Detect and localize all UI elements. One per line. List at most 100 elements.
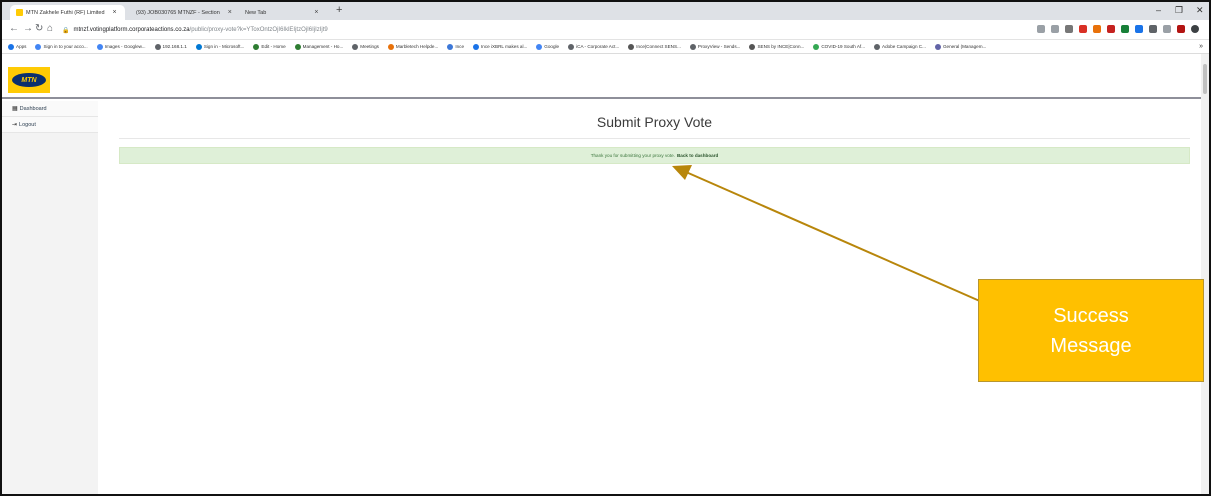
bookmark-item[interactable]: Ince|Connect SENS... — [628, 43, 681, 50]
bookmark-label: 192.168.1.1 — [162, 44, 187, 49]
bookmark-favicon-icon — [689, 43, 696, 50]
close-tab-icon[interactable]: × — [113, 9, 117, 16]
extension-icon[interactable] — [1149, 25, 1157, 33]
bookmark-item[interactable]: iCA - Corporate Act... — [568, 43, 620, 50]
bookmark-favicon-icon — [35, 43, 42, 50]
bookmark-item[interactable]: Apps — [8, 43, 27, 50]
bookmark-item[interactable]: Ince — [447, 43, 464, 50]
new-tab-button[interactable]: + — [336, 4, 342, 16]
mtn-favicon-icon — [16, 9, 23, 16]
page-scrollbar[interactable] — [1201, 54, 1209, 494]
success-alert: Thank you for submitting your proxy vote… — [119, 147, 1190, 164]
bookmark-label: Images - Googlew... — [104, 44, 146, 49]
bookmark-favicon-icon — [473, 43, 479, 50]
bookmark-label: Sign in to your acco... — [43, 44, 88, 49]
profile-avatar[interactable] — [1191, 25, 1199, 33]
bookmark-favicon-icon — [96, 43, 103, 50]
alert-text: Thank you for submitting your proxy vote… — [590, 153, 675, 158]
bookmark-favicon-icon — [154, 43, 161, 50]
sidebar-item-dashboard[interactable]: ▦ Dashboard — [2, 101, 98, 117]
bookmark-label: SENS by INCE|Conn... — [757, 44, 805, 49]
bookmark-item[interactable]: Adobe Campaign C... — [874, 43, 926, 50]
extension-icon[interactable] — [1121, 25, 1129, 33]
page-title: Submit Proxy Vote — [596, 114, 713, 130]
minimize-icon[interactable]: – — [1156, 5, 1161, 15]
extension-icon[interactable] — [1177, 25, 1185, 33]
bookmark-label: Management - Ho... — [302, 44, 344, 49]
scrollbar-thumb[interactable] — [1203, 64, 1207, 94]
success-message-callout: Success Message — [978, 279, 1204, 382]
screenshot-frame: MTN Zakhele Futhi (RF) Limited × (93) JO… — [0, 0, 1211, 496]
address-bar[interactable]: 🔒 mtnzf.votingplatform.corporateactions.… — [58, 23, 928, 37]
bookmark-label: Ince|Connect SENS... — [636, 44, 681, 49]
bookmark-item[interactable]: 192.168.1.1 — [154, 43, 187, 50]
lock-icon: 🔒 — [62, 27, 70, 34]
window-close-icon[interactable]: ✕ — [1196, 5, 1204, 16]
main-content: Submit Proxy Vote Thank you for submitti… — [119, 101, 1190, 164]
zoom-icon[interactable] — [1037, 25, 1045, 33]
bookmark-favicon-icon — [294, 43, 301, 50]
restore-icon[interactable]: ❐ — [1175, 5, 1183, 16]
bookmark-item[interactable]: ProxyView - Sends... — [689, 43, 740, 50]
bookmarks-more-icon[interactable]: » — [1199, 43, 1203, 50]
extension-icon[interactable] — [1163, 25, 1171, 33]
app-header: MTN — [2, 54, 1209, 99]
tab-new-tab[interactable]: New Tab × — [239, 5, 331, 20]
bookmark-label: iCA - Corporate Act... — [576, 44, 620, 49]
bookmark-favicon-icon — [195, 43, 202, 50]
bookmark-favicon-icon — [934, 43, 941, 50]
browser-tab-bar: MTN Zakhele Futhi (RF) Limited × (93) JO… — [2, 2, 1209, 20]
url-host: mtnzf.votingplatform.corporateactions.co… — [73, 27, 190, 33]
bookmark-favicon-icon — [352, 43, 359, 50]
bookmark-item[interactable]: Marbletech Helpde... — [387, 43, 438, 50]
bookmark-label: Meetings — [360, 44, 379, 49]
bookmark-item[interactable]: Sign in to your acco... — [35, 43, 88, 50]
back-arrow-icon[interactable]: ← — [9, 23, 19, 34]
bookmark-item[interactable]: Sign in - Microsoft... — [195, 43, 245, 50]
bookmark-favicon-icon — [447, 43, 454, 50]
bookmark-label: Edit - Home — [261, 44, 286, 49]
close-tab-icon[interactable]: × — [228, 9, 232, 16]
tab-job[interactable]: (93) JOB030765 MTNZF - Section × — [127, 5, 237, 20]
extension-icon[interactable] — [1093, 25, 1101, 33]
bookmark-label: Google — [544, 44, 560, 49]
tab-title: (93) JOB030765 MTNZF - Section — [136, 9, 220, 16]
bookmark-label: Ince iXBRL makes al... — [481, 44, 528, 49]
bookmark-item[interactable]: Ince iXBRL makes al... — [473, 43, 528, 50]
grid-icon: ▦ — [12, 106, 18, 112]
reload-icon[interactable]: ↻ — [35, 23, 43, 34]
back-to-dashboard-link[interactable]: Back to dashboard — [677, 153, 718, 158]
sidebar-item-logout[interactable]: ⇥ Logout — [2, 117, 98, 133]
extension-icon[interactable] — [1065, 25, 1073, 33]
bookmark-favicon-icon — [568, 43, 575, 50]
mtn-logo[interactable]: MTN — [8, 67, 50, 93]
bookmark-item[interactable]: General (Managem... — [934, 43, 987, 50]
sidebar-item-label: Dashboard — [19, 105, 47, 112]
bookmark-item[interactable]: Edit - Home — [253, 43, 286, 50]
extension-icon[interactable] — [1079, 25, 1087, 33]
bookmark-item[interactable]: Meetings — [352, 43, 379, 50]
bookmark-item[interactable]: Images - Googlew... — [96, 43, 146, 50]
extension-icon[interactable] — [1135, 25, 1143, 33]
extension-icon[interactable] — [1107, 25, 1115, 33]
bookmark-favicon-icon — [813, 43, 820, 50]
forward-arrow-icon[interactable]: → — [23, 23, 33, 34]
tab-title: New Tab — [245, 9, 267, 16]
bookmark-item[interactable]: Google — [536, 43, 560, 50]
bookmark-item[interactable]: SENS by INCE|Conn... — [749, 43, 805, 50]
bookmark-item[interactable]: COVID-19 South Af... — [813, 43, 865, 50]
home-icon[interactable]: ⌂ — [47, 23, 53, 34]
mtn-logo-text: MTN — [12, 73, 46, 87]
bookmark-favicon-icon — [628, 43, 635, 50]
close-tab-icon[interactable]: × — [314, 9, 318, 16]
bookmark-label: General (Managem... — [942, 44, 987, 49]
tab-title: MTN Zakhele Futhi (RF) Limited — [26, 9, 105, 16]
bookmark-item[interactable]: Management - Ho... — [294, 43, 344, 50]
star-icon[interactable] — [1051, 25, 1059, 33]
tab-mtn-zakhele[interactable]: MTN Zakhele Futhi (RF) Limited × — [10, 5, 125, 20]
title-divider — [119, 138, 1190, 139]
bookmark-label: Sign in - Microsoft... — [203, 44, 245, 49]
browser-toolbar: ← → ↻ ⌂ 🔒 mtnzf.votingplatform.corporate… — [2, 20, 1209, 40]
callout-line-1: Success — [1053, 304, 1129, 327]
bookmark-label: Apps — [16, 44, 27, 49]
